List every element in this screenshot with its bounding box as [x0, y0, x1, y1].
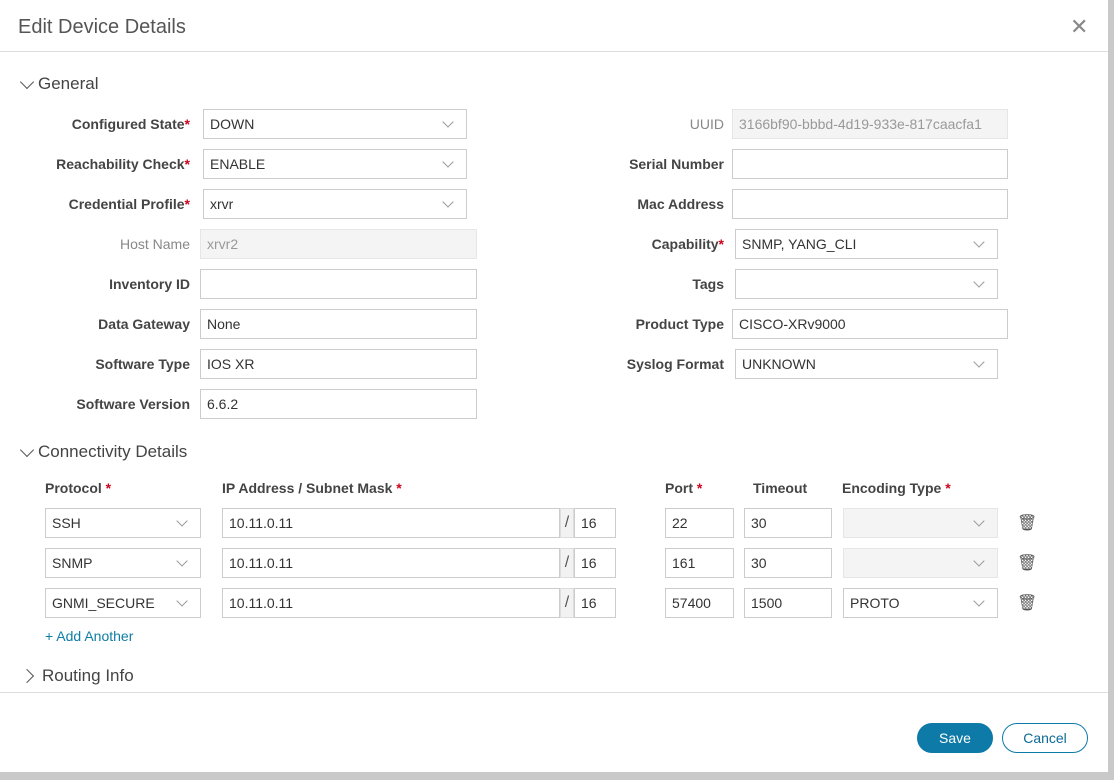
field-label: Syslog Format — [626, 356, 724, 372]
section-connectivity-toggle[interactable]: Connectivity Details — [19, 442, 188, 462]
field-label: Reachability Check* — [56, 156, 190, 172]
encoding-type-select — [843, 508, 998, 538]
divider — [0, 51, 1108, 52]
slash-separator: / — [560, 508, 574, 538]
port-input[interactable]: 22 — [665, 508, 734, 538]
ip-header: IP Address / Subnet Mask * — [222, 480, 402, 496]
field-label: Data Gateway — [98, 316, 190, 332]
field-label: Software Version — [76, 396, 190, 412]
data-gateway-input[interactable]: None — [200, 309, 477, 339]
protocol-select[interactable]: GNMI_SECURE — [45, 588, 201, 618]
mac-address-input[interactable] — [732, 189, 1008, 219]
chevron-down-icon — [19, 74, 35, 89]
section-routing-toggle[interactable]: Routing Info — [19, 666, 134, 686]
software-version-input[interactable]: 6.6.2 — [200, 389, 477, 419]
cancel-button[interactable]: Cancel — [1002, 723, 1088, 753]
trash-icon[interactable]: 🗑 — [1017, 513, 1037, 533]
field-label: Software Type — [95, 356, 190, 372]
uuid-input: 3166bf90-bbbd-4d19-933e-817caacfa1 — [732, 109, 1008, 139]
trash-icon[interactable]: 🗑 — [1017, 593, 1037, 613]
product-type-input[interactable]: CISCO-XRv9000 — [732, 309, 1008, 339]
subnet-mask-input[interactable]: 16 — [574, 548, 616, 578]
section-title: Routing Info — [42, 666, 134, 685]
chevron-down-icon — [19, 442, 35, 457]
field-label: Mac Address — [637, 196, 724, 212]
section-title: General — [38, 74, 99, 93]
field-label: Capability* — [651, 236, 724, 252]
ip-address-input[interactable]: 10.11.0.11 — [222, 508, 560, 538]
field-label: Product Type — [635, 316, 724, 332]
chevron-right-icon — [19, 668, 35, 684]
section-title: Connectivity Details — [38, 442, 188, 461]
capability-select[interactable]: SNMP, YANG_CLI — [735, 229, 998, 259]
timeout-input[interactable]: 30 — [744, 508, 832, 538]
serial-number-input[interactable] — [732, 149, 1008, 179]
field-label: Serial Number — [629, 156, 724, 172]
credential-profile-select[interactable]: xrvr — [203, 189, 467, 219]
add-another-link[interactable]: + Add Another — [45, 628, 133, 644]
protocol-header: Protocol * — [45, 480, 112, 496]
edit-device-dialog: Edit Device Details ✕ General Configured… — [0, 0, 1108, 772]
field-label: Tags — [692, 276, 724, 292]
field-label: Credential Profile* — [68, 196, 190, 212]
configured-state-select[interactable]: DOWN — [203, 109, 467, 139]
encoding-type-select[interactable]: PROTO — [843, 588, 998, 618]
divider — [0, 692, 1108, 693]
timeout-header: Timeout — [753, 480, 808, 496]
ip-address-input[interactable]: 10.11.0.11 — [222, 588, 560, 618]
section-general-toggle[interactable]: General — [19, 74, 99, 94]
save-button[interactable]: Save — [917, 723, 993, 753]
ip-address-input[interactable]: 10.11.0.11 — [222, 548, 560, 578]
timeout-input[interactable]: 30 — [744, 548, 832, 578]
subnet-mask-input[interactable]: 16 — [574, 588, 616, 618]
host-name-input: xrvr2 — [200, 229, 477, 259]
port-input[interactable]: 161 — [665, 548, 734, 578]
port-input[interactable]: 57400 — [665, 588, 734, 618]
field-label: UUID — [689, 116, 724, 132]
close-icon[interactable]: ✕ — [1070, 16, 1088, 38]
tags-select[interactable] — [735, 269, 998, 299]
timeout-input[interactable]: 1500 — [744, 588, 832, 618]
trash-icon[interactable]: 🗑 — [1017, 553, 1037, 573]
inventory-id-input[interactable] — [200, 269, 477, 299]
dialog-title: Edit Device Details — [18, 16, 186, 38]
slash-separator: / — [560, 588, 574, 618]
subnet-mask-input[interactable]: 16 — [574, 508, 616, 538]
field-label: Host Name — [119, 236, 190, 252]
field-label: Configured State* — [71, 116, 190, 132]
encoding-header: Encoding Type * — [842, 480, 951, 496]
software-type-input[interactable]: IOS XR — [200, 349, 477, 379]
reachability-check-select[interactable]: ENABLE — [203, 149, 467, 179]
port-header: Port * — [665, 480, 703, 496]
syslog-format-select[interactable]: UNKNOWN — [735, 349, 998, 379]
slash-separator: / — [560, 548, 574, 578]
encoding-type-select — [843, 548, 998, 578]
field-label: Inventory ID — [109, 276, 190, 292]
protocol-select[interactable]: SSH — [45, 508, 201, 538]
protocol-select[interactable]: SNMP — [45, 548, 201, 578]
